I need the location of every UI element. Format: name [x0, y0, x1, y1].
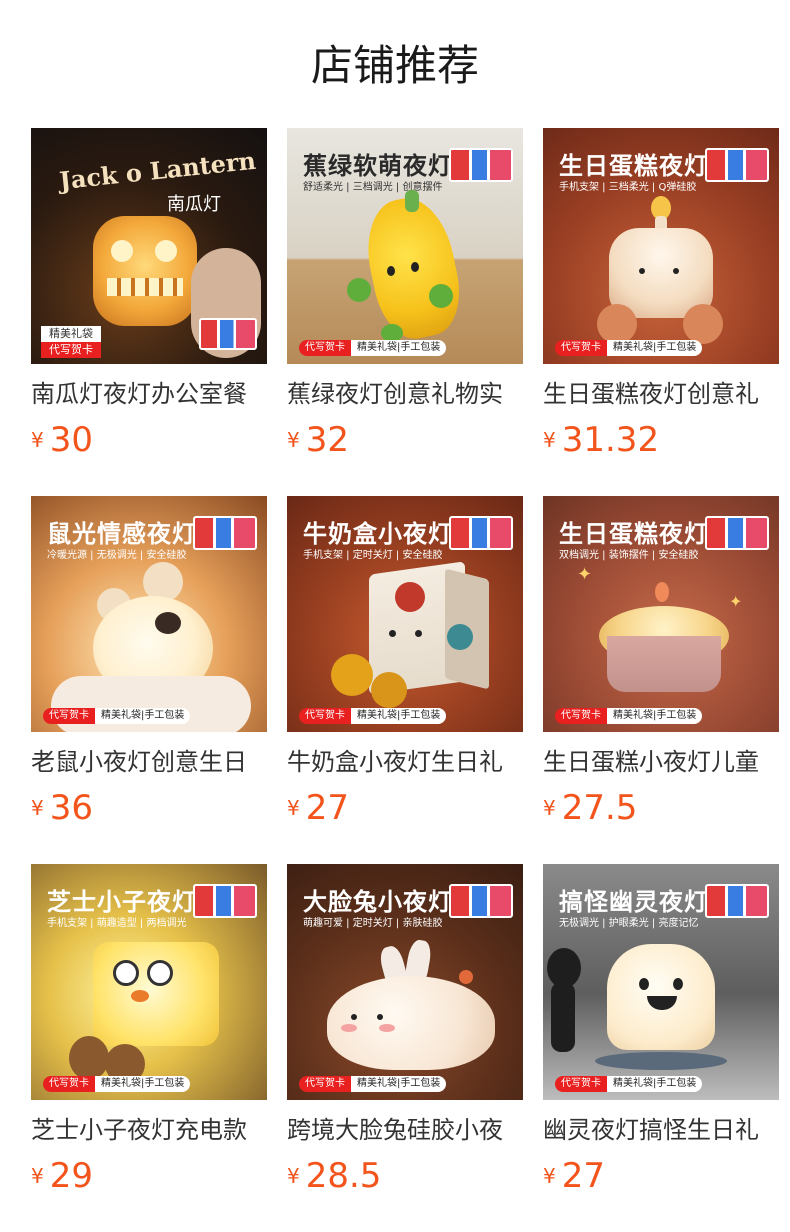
- currency-symbol: ¥: [543, 428, 556, 452]
- product-price: ¥29: [31, 1156, 93, 1196]
- product-subtitle: 冷暖光源 | 无极调光 | 安全硅胶: [47, 550, 187, 561]
- product-card[interactable]: 大脸兔小夜灯 萌趣可爱 | 定时关灯 | 亲肤硅胶 代写贺卡 精美礼袋|手工包装…: [287, 864, 523, 1196]
- product-banner: 鼠光情感夜灯: [47, 520, 197, 548]
- product-price: ¥30: [31, 420, 93, 460]
- product-image[interactable]: 蕉绿软萌夜灯 舒适柔光 | 三档调光 | 创意摆件 代写贺卡 精美礼袋|手工包装: [287, 128, 523, 364]
- product-card[interactable]: 鼠光情感夜灯 冷暖光源 | 无极调光 | 安全硅胶 代写贺卡 精美礼袋|手工包装…: [31, 496, 267, 828]
- product-image[interactable]: 鼠光情感夜灯 冷暖光源 | 无极调光 | 安全硅胶 代写贺卡 精美礼袋|手工包装: [31, 496, 267, 732]
- product-name[interactable]: 幽灵夜灯搞怪生日礼: [543, 1114, 779, 1146]
- product-card[interactable]: 搞怪幽灵夜灯 无极调光 | 护眼柔光 | 亮度记忆 代写贺卡 精美礼袋|手工包装…: [543, 864, 779, 1196]
- product-card[interactable]: Jack o Lantern 南瓜灯 精美礼袋 代写贺卡 南瓜灯夜灯办公室餐 ¥…: [31, 128, 267, 460]
- product-image[interactable]: 生日蛋糕夜灯 双档调光 | 装饰摆件 | 安全硅胶 ✦ ✦ 代写贺卡 精美礼袋|…: [543, 496, 779, 732]
- product-price: ¥27: [543, 1156, 605, 1196]
- product-banner: Jack o Lantern: [58, 145, 258, 196]
- product-subtitle: 手机支架 | 三档柔光 | Q弹硅胶: [559, 182, 697, 193]
- product-tags: 代写贺卡 精美礼袋|手工包装: [299, 340, 447, 356]
- product-tags: 代写贺卡 精美礼袋|手工包装: [299, 1076, 447, 1092]
- product-subtitle: 南瓜灯: [167, 194, 221, 215]
- product-name[interactable]: 芝士小子夜灯充电款: [31, 1114, 267, 1146]
- product-card[interactable]: 蕉绿软萌夜灯 舒适柔光 | 三档调光 | 创意摆件 代写贺卡 精美礼袋|手工包装…: [287, 128, 523, 460]
- product-price: ¥32: [287, 420, 349, 460]
- product-name[interactable]: 生日蛋糕夜灯创意礼: [543, 378, 779, 410]
- product-card[interactable]: 芝士小子夜灯 手机支架 | 萌趣造型 | 两档调光 代写贺卡 精美礼袋|手工包装…: [31, 864, 267, 1196]
- product-image[interactable]: 牛奶盒小夜灯 手机支架 | 定时关灯 | 安全硅胶 代写贺卡 精美礼袋|手工包装: [287, 496, 523, 732]
- product-tags: 代写贺卡 精美礼袋|手工包装: [43, 1076, 191, 1092]
- product-image[interactable]: 搞怪幽灵夜灯 无极调光 | 护眼柔光 | 亮度记忆 代写贺卡 精美礼袋|手工包装: [543, 864, 779, 1100]
- product-image[interactable]: 芝士小子夜灯 手机支架 | 萌趣造型 | 两档调光 代写贺卡 精美礼袋|手工包装: [31, 864, 267, 1100]
- product-subtitle: 舒适柔光 | 三档调光 | 创意摆件: [303, 182, 443, 193]
- product-tags: 代写贺卡 精美礼袋|手工包装: [43, 708, 191, 724]
- product-subtitle: 萌趣可爱 | 定时关灯 | 亲肤硅胶: [303, 918, 443, 929]
- product-tags: 代写贺卡 精美礼袋|手工包装: [555, 708, 703, 724]
- product-image[interactable]: Jack o Lantern 南瓜灯 精美礼袋 代写贺卡: [31, 128, 267, 364]
- currency-symbol: ¥: [543, 796, 556, 820]
- product-image[interactable]: 大脸兔小夜灯 萌趣可爱 | 定时关灯 | 亲肤硅胶 代写贺卡 精美礼袋|手工包装: [287, 864, 523, 1100]
- product-subtitle: 手机支架 | 定时关灯 | 安全硅胶: [303, 550, 443, 561]
- product-name[interactable]: 生日蛋糕小夜灯儿童: [543, 746, 779, 778]
- product-subtitle: 无极调光 | 护眼柔光 | 亮度记忆: [559, 918, 699, 929]
- product-name[interactable]: 跨境大脸兔硅胶小夜: [287, 1114, 523, 1146]
- currency-symbol: ¥: [31, 1164, 44, 1188]
- page-title: 店铺推荐: [310, 41, 479, 90]
- product-card[interactable]: 牛奶盒小夜灯 手机支架 | 定时关灯 | 安全硅胶 代写贺卡 精美礼袋|手工包装…: [287, 496, 523, 828]
- product-name[interactable]: 蕉绿夜灯创意礼物实: [287, 378, 523, 410]
- product-image[interactable]: 生日蛋糕夜灯 手机支架 | 三档柔光 | Q弹硅胶 代写贺卡 精美礼袋|手工包装: [543, 128, 779, 364]
- currency-symbol: ¥: [287, 796, 300, 820]
- product-banner: 生日蛋糕夜灯: [559, 152, 709, 180]
- currency-symbol: ¥: [31, 796, 44, 820]
- product-banner: 大脸兔小夜灯: [303, 888, 453, 916]
- currency-symbol: ¥: [31, 428, 44, 452]
- currency-symbol: ¥: [287, 1164, 300, 1188]
- product-price: ¥36: [31, 788, 93, 828]
- product-banner: 生日蛋糕夜灯: [559, 520, 709, 548]
- product-price: ¥28.5: [287, 1156, 382, 1196]
- product-card[interactable]: 生日蛋糕夜灯 双档调光 | 装饰摆件 | 安全硅胶 ✦ ✦ 代写贺卡 精美礼袋|…: [543, 496, 779, 828]
- product-banner: 芝士小子夜灯: [47, 888, 197, 916]
- product-banner: 蕉绿软萌夜灯: [303, 152, 453, 180]
- product-price: ¥27.5: [543, 788, 638, 828]
- product-subtitle: 手机支架 | 萌趣造型 | 两档调光: [47, 918, 187, 929]
- product-tags: 代写贺卡 精美礼袋|手工包装: [299, 708, 447, 724]
- product-price: ¥31.32: [543, 420, 660, 460]
- product-subtitle: 双档调光 | 装饰摆件 | 安全硅胶: [559, 550, 699, 561]
- currency-symbol: ¥: [543, 1164, 556, 1188]
- product-tags: 代写贺卡 精美礼袋|手工包装: [555, 1076, 703, 1092]
- product-name[interactable]: 南瓜灯夜灯办公室餐: [31, 378, 267, 410]
- product-name[interactable]: 老鼠小夜灯创意生日: [31, 746, 267, 778]
- currency-symbol: ¥: [287, 428, 300, 452]
- product-card[interactable]: 生日蛋糕夜灯 手机支架 | 三档柔光 | Q弹硅胶 代写贺卡 精美礼袋|手工包装…: [543, 128, 779, 460]
- product-price: ¥27: [287, 788, 349, 828]
- product-banner: 搞怪幽灵夜灯: [559, 888, 709, 916]
- product-tags: 精美礼袋 代写贺卡: [41, 326, 101, 358]
- product-name[interactable]: 牛奶盒小夜灯生日礼: [287, 746, 523, 778]
- product-tags: 代写贺卡 精美礼袋|手工包装: [555, 340, 703, 356]
- product-banner: 牛奶盒小夜灯: [303, 520, 453, 548]
